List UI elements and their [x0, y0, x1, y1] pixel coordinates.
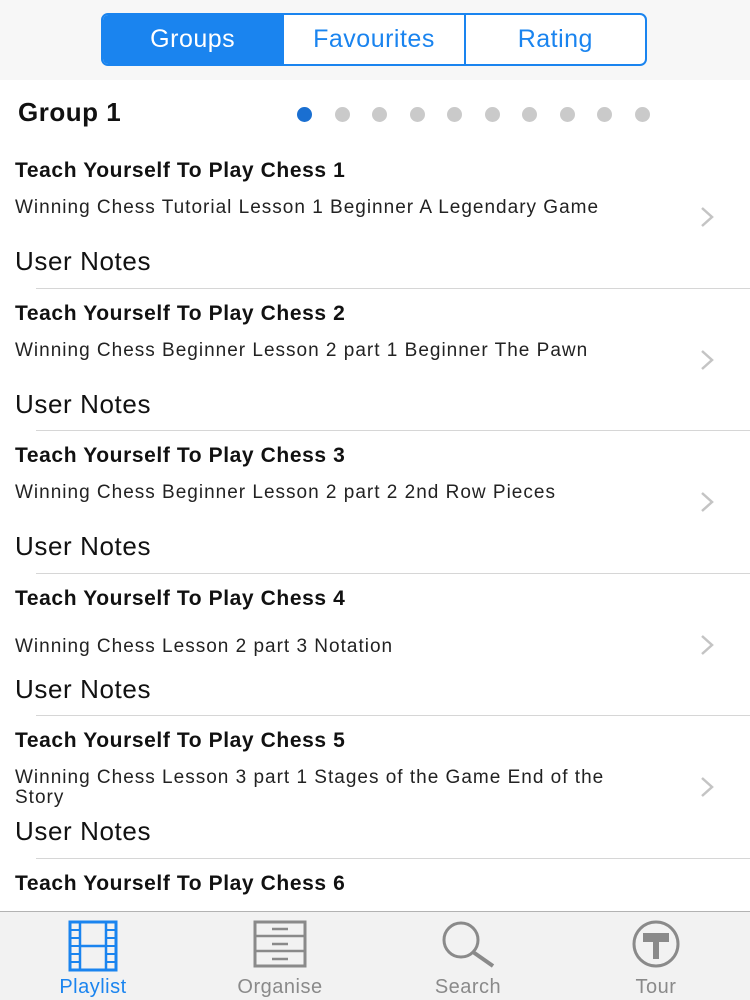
lesson-title: Teach Yourself To Play Chess 3: [15, 444, 346, 467]
tab-organise[interactable]: Organise: [186, 912, 374, 1000]
page-dot[interactable]: [372, 107, 387, 122]
user-notes-label: User Notes: [15, 816, 152, 846]
lesson-title: Teach Yourself To Play Chess 6: [15, 871, 346, 895]
list-item[interactable]: Teach Yourself To Play Chess 3 Winning C…: [0, 431, 750, 574]
tab-label: Tour: [635, 976, 677, 998]
chevron-right-icon: [701, 349, 714, 370]
top-bar: Groups Favourites Rating: [0, 0, 750, 80]
chevron-right-icon: [701, 492, 714, 512]
tab-label: Playlist: [59, 976, 127, 998]
tab-playlist[interactable]: Playlist: [0, 912, 186, 1000]
lesson-description: Winning Chess Lesson 3 part 1 Stages of …: [15, 767, 605, 808]
lesson-title: Teach Yourself To Play Chess 2: [15, 301, 346, 325]
page-dot[interactable]: [297, 107, 312, 122]
user-notes-label: User Notes: [15, 388, 152, 419]
film-strip-icon: [68, 920, 118, 972]
lesson-list: Teach Yourself To Play Chess 1 Winning C…: [0, 146, 750, 911]
page-dot[interactable]: [409, 107, 425, 122]
page-dot[interactable]: [634, 107, 650, 122]
tour-icon: [632, 920, 680, 968]
chevron-right-icon: [701, 777, 714, 797]
tab-search[interactable]: Search: [374, 912, 562, 1000]
search-icon: [442, 921, 495, 968]
lesson-description: Winning Chess Tutorial Lesson 1 Beginner…: [15, 197, 600, 218]
tab-tour[interactable]: Tour: [562, 912, 750, 1000]
page-dot[interactable]: [484, 107, 500, 122]
page-dot[interactable]: [334, 107, 350, 122]
chevron-right-icon: [701, 207, 714, 227]
page-indicator[interactable]: [297, 107, 672, 122]
page-dot[interactable]: [559, 107, 575, 122]
segment-favourites[interactable]: Favourites: [282, 15, 463, 64]
list-item[interactable]: Teach Yourself To Play Chess 1 Winning C…: [0, 146, 750, 289]
tab-label: Search: [434, 976, 502, 998]
list-item[interactable]: Teach Yourself To Play Chess 2 Winning C…: [0, 289, 750, 432]
page-dot[interactable]: [522, 107, 537, 122]
page-dot[interactable]: [447, 107, 462, 122]
lesson-description: Winning Chess Lesson 2 part 3 Notation: [15, 635, 394, 657]
lesson-description: Winning Chess Beginner Lesson 2 part 2 2…: [15, 482, 556, 503]
user-notes-label: User Notes: [15, 246, 152, 276]
list-item[interactable]: Teach Yourself To Play Chess 6: [0, 859, 750, 912]
segment-rating[interactable]: Rating: [463, 15, 645, 64]
organise-icon: [253, 920, 307, 968]
chevron-right-icon: [701, 634, 714, 655]
lesson-title: Teach Yourself To Play Chess 1: [15, 159, 346, 182]
list-item[interactable]: Teach Yourself To Play Chess 4 Winning C…: [0, 574, 750, 717]
group-title: Group 1: [18, 97, 122, 127]
user-notes-label: User Notes: [15, 673, 152, 704]
user-notes-label: User Notes: [15, 531, 152, 561]
page-dot[interactable]: [597, 107, 612, 122]
list-item[interactable]: Teach Yourself To Play Chess 5 Winning C…: [0, 716, 750, 859]
lesson-description: Winning Chess Beginner Lesson 2 part 1 B…: [15, 339, 589, 361]
tab-label: Organise: [237, 976, 323, 998]
lesson-title: Teach Yourself To Play Chess 5: [15, 729, 346, 752]
tab-bar: Playlist Organise Search Tour: [0, 911, 750, 1000]
lesson-title: Teach Yourself To Play Chess 4: [15, 586, 346, 610]
segmented-control: Groups Favourites Rating: [101, 13, 647, 66]
segment-groups[interactable]: Groups: [103, 15, 283, 64]
